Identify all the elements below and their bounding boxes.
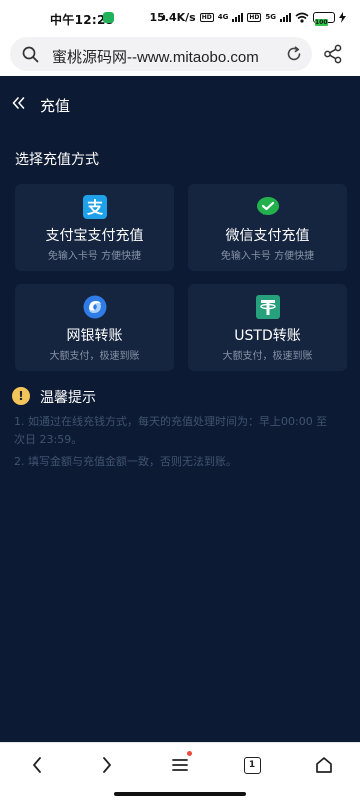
method-label: 支付宝支付充值 bbox=[45, 228, 144, 244]
method-subtitle: 免输入卡号 方便快捷 bbox=[47, 251, 142, 262]
unionpay-icon bbox=[83, 295, 106, 319]
nav-menu-button[interactable] bbox=[165, 751, 195, 777]
status-bar: 中午12:25 15.4K/s HD 4G HD 5G 100 bbox=[0, 0, 360, 34]
hd-badge-2: HD bbox=[247, 12, 262, 22]
share-icon[interactable] bbox=[323, 44, 343, 64]
section-title: 选择充值方式 bbox=[15, 152, 99, 168]
tether-icon bbox=[255, 295, 280, 319]
method-card-bank[interactable]: 网银转账 大额支付，极速到账 bbox=[15, 284, 174, 371]
method-label: 网银转账 bbox=[66, 328, 123, 344]
alipay-icon: 支 bbox=[82, 195, 107, 219]
battery-level: 100 bbox=[315, 18, 328, 26]
gesture-bar bbox=[114, 792, 246, 796]
method-label: USTD转账 bbox=[234, 328, 301, 344]
method-card-alipay[interactable]: 支 支付宝支付充值 免输入卡号 方便快捷 bbox=[15, 184, 174, 271]
search-icon bbox=[22, 46, 39, 63]
network-speed: 15.4K/s bbox=[149, 10, 196, 24]
wechat-notification-icon bbox=[103, 12, 114, 23]
tab-count: 1 bbox=[243, 756, 261, 774]
wifi-icon bbox=[295, 12, 309, 23]
url-text[interactable]: 蜜桃源码网--www.mitaobo.com bbox=[52, 46, 259, 67]
svg-text:支: 支 bbox=[85, 198, 103, 217]
browser-bottom-nav: 1 bbox=[0, 742, 360, 800]
tip-item: 1. 如通过在线充钱方式，每天的充值处理时间为：早上00:00 至次日 23:5… bbox=[14, 415, 328, 446]
hd-badge: HD bbox=[199, 12, 214, 22]
nav-tabs-button[interactable]: 1 bbox=[237, 753, 267, 777]
page-header: 充值 bbox=[0, 76, 360, 132]
battery-icon: 100 bbox=[163, 11, 335, 26]
address-bar[interactable]: 蜜桃源码网--www.mitaobo.com bbox=[10, 37, 312, 71]
notification-dot bbox=[187, 751, 192, 756]
nav-back-button[interactable] bbox=[22, 753, 52, 777]
chevron-right-icon bbox=[103, 757, 111, 773]
home-icon bbox=[316, 757, 332, 773]
browser-toolbar: 蜜桃源码网--www.mitaobo.com bbox=[0, 34, 360, 76]
signal-icon bbox=[232, 12, 244, 22]
method-subtitle: 大额支付，极速到账 bbox=[222, 351, 313, 362]
nav-home-button[interactable] bbox=[309, 753, 339, 777]
chevron-left-icon bbox=[33, 757, 41, 773]
reload-icon[interactable] bbox=[286, 46, 302, 62]
page-title: 充值 bbox=[40, 97, 71, 115]
nav-forward-button[interactable] bbox=[92, 753, 122, 777]
signal-icon-2 bbox=[280, 12, 291, 22]
network-type-5g: 5G bbox=[265, 13, 276, 21]
warning-icon: ! bbox=[12, 387, 30, 405]
recharge-page: 充值 选择充值方式 支 支付宝支付充值 免输入卡号 方便快捷 微信支付充值 免输… bbox=[0, 76, 360, 742]
tips-title: 温馨提示 bbox=[40, 390, 96, 406]
wechat-pay-icon bbox=[256, 197, 279, 215]
method-card-usdt[interactable]: USTD转账 大额支付，极速到账 bbox=[188, 284, 347, 371]
method-card-wechat[interactable]: 微信支付充值 免输入卡号 方便快捷 bbox=[188, 184, 347, 271]
menu-icon bbox=[172, 759, 188, 771]
network-type-4g: 4G bbox=[217, 13, 229, 21]
method-subtitle: 免输入卡号 方便快捷 bbox=[220, 251, 315, 262]
method-label: 微信支付充值 bbox=[225, 228, 310, 244]
tip-item: 2. 填写金额与充值金额一致，否则无法到账。 bbox=[14, 455, 237, 468]
status-indicators: 15.4K/s HD 4G HD 5G 100 bbox=[149, 10, 346, 26]
charging-icon bbox=[339, 11, 346, 23]
method-subtitle: 大额支付，极速到账 bbox=[49, 351, 140, 362]
back-chevron-icon[interactable] bbox=[12, 96, 26, 110]
